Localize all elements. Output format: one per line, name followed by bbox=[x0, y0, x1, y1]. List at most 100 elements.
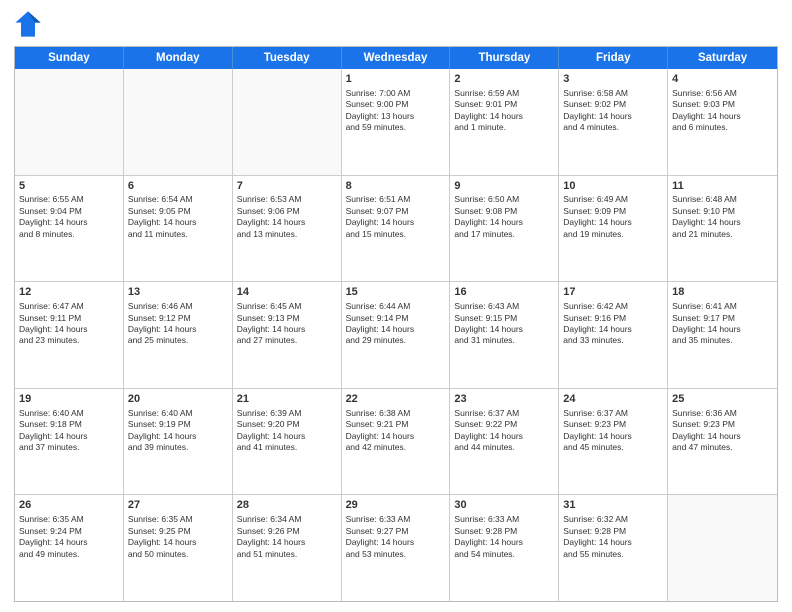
day-info-line: Sunset: 9:13 PM bbox=[237, 313, 337, 324]
week-row-5: 26Sunrise: 6:35 AMSunset: 9:24 PMDayligh… bbox=[15, 495, 777, 601]
day-info-line: Daylight: 14 hours bbox=[128, 431, 228, 442]
day-info-line: Daylight: 14 hours bbox=[19, 217, 119, 228]
day-info-line: Sunset: 9:25 PM bbox=[128, 526, 228, 537]
day-info-line: Sunrise: 6:50 AM bbox=[454, 194, 554, 205]
day-info-line: Daylight: 14 hours bbox=[672, 324, 773, 335]
header bbox=[14, 10, 778, 38]
day-number: 13 bbox=[128, 285, 228, 300]
week-row-2: 5Sunrise: 6:55 AMSunset: 9:04 PMDaylight… bbox=[15, 176, 777, 283]
day-info-line: Daylight: 14 hours bbox=[19, 537, 119, 548]
day-info-line: and 27 minutes. bbox=[237, 335, 337, 346]
day-number: 31 bbox=[563, 498, 663, 513]
empty-cell bbox=[15, 69, 124, 175]
day-info-line: Sunrise: 6:33 AM bbox=[454, 514, 554, 525]
day-number: 3 bbox=[563, 72, 663, 87]
day-info-line: Daylight: 14 hours bbox=[128, 217, 228, 228]
day-number: 8 bbox=[346, 179, 446, 194]
day-info-line: Sunrise: 6:37 AM bbox=[454, 408, 554, 419]
day-number: 28 bbox=[237, 498, 337, 513]
day-cell-17: 17Sunrise: 6:42 AMSunset: 9:16 PMDayligh… bbox=[559, 282, 668, 388]
day-info-line: Sunset: 9:06 PM bbox=[237, 206, 337, 217]
day-cell-6: 6Sunrise: 6:54 AMSunset: 9:05 PMDaylight… bbox=[124, 176, 233, 282]
weekday-header-monday: Monday bbox=[124, 47, 233, 69]
day-info-line: and 8 minutes. bbox=[19, 229, 119, 240]
day-info-line: Daylight: 14 hours bbox=[454, 111, 554, 122]
day-info-line: and 15 minutes. bbox=[346, 229, 446, 240]
day-cell-30: 30Sunrise: 6:33 AMSunset: 9:28 PMDayligh… bbox=[450, 495, 559, 601]
day-number: 17 bbox=[563, 285, 663, 300]
day-number: 6 bbox=[128, 179, 228, 194]
day-info-line: Sunset: 9:23 PM bbox=[672, 419, 773, 430]
day-info-line: and 31 minutes. bbox=[454, 335, 554, 346]
day-info-line: Sunset: 9:26 PM bbox=[237, 526, 337, 537]
day-info-line: Sunrise: 6:33 AM bbox=[346, 514, 446, 525]
day-info-line: Sunrise: 6:40 AM bbox=[19, 408, 119, 419]
day-info-line: Daylight: 14 hours bbox=[237, 324, 337, 335]
day-info-line: Daylight: 14 hours bbox=[563, 111, 663, 122]
day-cell-11: 11Sunrise: 6:48 AMSunset: 9:10 PMDayligh… bbox=[668, 176, 777, 282]
day-info-line: Daylight: 14 hours bbox=[672, 217, 773, 228]
day-info-line: Sunset: 9:22 PM bbox=[454, 419, 554, 430]
day-info-line: Sunset: 9:19 PM bbox=[128, 419, 228, 430]
day-cell-2: 2Sunrise: 6:59 AMSunset: 9:01 PMDaylight… bbox=[450, 69, 559, 175]
day-number: 22 bbox=[346, 392, 446, 407]
day-info-line: and 19 minutes. bbox=[563, 229, 663, 240]
day-info-line: Sunset: 9:28 PM bbox=[563, 526, 663, 537]
day-info-line: Sunset: 9:09 PM bbox=[563, 206, 663, 217]
day-info-line: and 1 minute. bbox=[454, 122, 554, 133]
day-info-line: Daylight: 14 hours bbox=[454, 431, 554, 442]
day-info-line: Sunset: 9:15 PM bbox=[454, 313, 554, 324]
day-info-line: Daylight: 14 hours bbox=[237, 217, 337, 228]
day-info-line: Sunrise: 6:35 AM bbox=[19, 514, 119, 525]
day-number: 21 bbox=[237, 392, 337, 407]
week-row-1: 1Sunrise: 7:00 AMSunset: 9:00 PMDaylight… bbox=[15, 69, 777, 176]
day-cell-27: 27Sunrise: 6:35 AMSunset: 9:25 PMDayligh… bbox=[124, 495, 233, 601]
day-number: 19 bbox=[19, 392, 119, 407]
day-number: 24 bbox=[563, 392, 663, 407]
day-info-line: Sunrise: 6:32 AM bbox=[563, 514, 663, 525]
day-info-line: and 50 minutes. bbox=[128, 549, 228, 560]
day-info-line: Sunset: 9:20 PM bbox=[237, 419, 337, 430]
day-info-line: Sunrise: 6:38 AM bbox=[346, 408, 446, 419]
day-info-line: and 4 minutes. bbox=[563, 122, 663, 133]
day-cell-12: 12Sunrise: 6:47 AMSunset: 9:11 PMDayligh… bbox=[15, 282, 124, 388]
day-info-line: Sunrise: 6:48 AM bbox=[672, 194, 773, 205]
day-number: 23 bbox=[454, 392, 554, 407]
day-info-line: and 39 minutes. bbox=[128, 442, 228, 453]
day-info-line: Sunset: 9:16 PM bbox=[563, 313, 663, 324]
day-info-line: Sunset: 9:28 PM bbox=[454, 526, 554, 537]
day-info-line: and 21 minutes. bbox=[672, 229, 773, 240]
day-info-line: and 41 minutes. bbox=[237, 442, 337, 453]
day-info-line: and 37 minutes. bbox=[19, 442, 119, 453]
day-info-line: and 44 minutes. bbox=[454, 442, 554, 453]
day-number: 16 bbox=[454, 285, 554, 300]
day-info-line: Sunset: 9:18 PM bbox=[19, 419, 119, 430]
day-info-line: Sunset: 9:17 PM bbox=[672, 313, 773, 324]
weekday-header-thursday: Thursday bbox=[450, 47, 559, 69]
day-info-line: Daylight: 13 hours bbox=[346, 111, 446, 122]
day-info-line: and 51 minutes. bbox=[237, 549, 337, 560]
day-info-line: Daylight: 14 hours bbox=[563, 431, 663, 442]
day-info-line: Sunset: 9:00 PM bbox=[346, 99, 446, 110]
day-number: 2 bbox=[454, 72, 554, 87]
day-info-line: Sunrise: 6:40 AM bbox=[128, 408, 228, 419]
day-info-line: Sunset: 9:08 PM bbox=[454, 206, 554, 217]
day-cell-22: 22Sunrise: 6:38 AMSunset: 9:21 PMDayligh… bbox=[342, 389, 451, 495]
day-info-line: Sunset: 9:21 PM bbox=[346, 419, 446, 430]
day-info-line: and 25 minutes. bbox=[128, 335, 228, 346]
empty-cell bbox=[233, 69, 342, 175]
day-cell-18: 18Sunrise: 6:41 AMSunset: 9:17 PMDayligh… bbox=[668, 282, 777, 388]
day-number: 18 bbox=[672, 285, 773, 300]
day-info-line: Sunrise: 6:45 AM bbox=[237, 301, 337, 312]
day-cell-29: 29Sunrise: 6:33 AMSunset: 9:27 PMDayligh… bbox=[342, 495, 451, 601]
day-number: 25 bbox=[672, 392, 773, 407]
day-number: 14 bbox=[237, 285, 337, 300]
day-info-line: Sunrise: 6:41 AM bbox=[672, 301, 773, 312]
day-info-line: Daylight: 14 hours bbox=[346, 431, 446, 442]
day-number: 30 bbox=[454, 498, 554, 513]
day-number: 20 bbox=[128, 392, 228, 407]
day-info-line: Daylight: 14 hours bbox=[672, 111, 773, 122]
day-info-line: Sunrise: 6:36 AM bbox=[672, 408, 773, 419]
day-info-line: Sunset: 9:10 PM bbox=[672, 206, 773, 217]
day-cell-15: 15Sunrise: 6:44 AMSunset: 9:14 PMDayligh… bbox=[342, 282, 451, 388]
